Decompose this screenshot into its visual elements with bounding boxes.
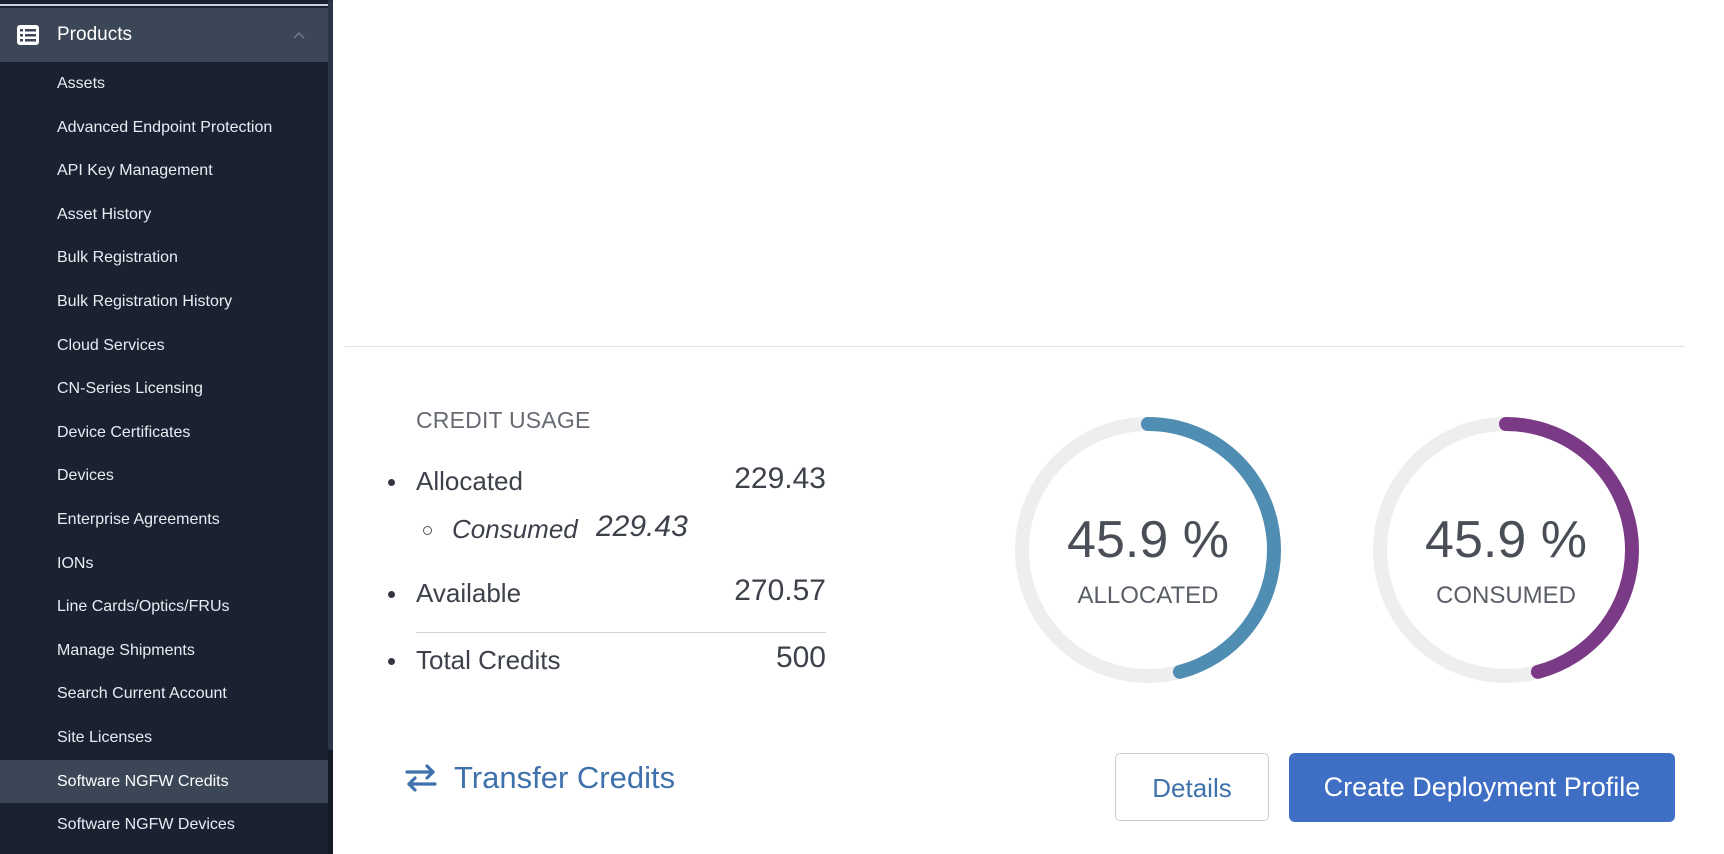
products-section-header[interactable]: Products [0,8,330,62]
section-divider [345,346,1685,347]
available-value: 270.57 [734,574,826,607]
sidebar-item-cn-series-licensing[interactable]: CN-Series Licensing [0,367,330,411]
total-credits-label: Total Credits [416,645,561,675]
sidebar-item-software-ngfw-devices[interactable]: Software NGFW Devices [0,803,330,847]
sidebar-scrollbar[interactable] [328,0,333,854]
sub-bullet [423,526,432,535]
list-icon [17,25,39,45]
bullet [388,658,395,665]
sidebar-item-assets[interactable]: Assets [0,62,330,106]
sidebar-top-border [0,4,333,6]
consumed-percent: 45.9 % [1425,511,1587,569]
consumed-value: 229.43 [596,510,688,543]
consumed-gauge: 45.9 % CONSUMED [1366,410,1646,690]
sidebar-item-bulk-registration-history[interactable]: Bulk Registration History [0,280,330,324]
transfer-credits-label: Transfer Credits [454,760,676,795]
details-button[interactable]: Details [1115,753,1269,821]
sidebar-item-api-key-management[interactable]: API Key Management [0,149,330,193]
allocated-gauge: 45.9 % ALLOCATED [1008,410,1288,690]
products-section-title: Products [57,24,132,45]
chevron-up-icon[interactable] [292,30,306,40]
sidebar: Products Assets Advanced Endpoint Protec… [0,0,333,854]
sidebar-item-device-certificates[interactable]: Device Certificates [0,411,330,455]
allocated-label: Allocated [416,466,523,496]
sidebar-item-devices[interactable]: Devices [0,454,330,498]
sidebar-item-manage-shipments[interactable]: Manage Shipments [0,629,330,673]
allocated-caption: ALLOCATED [1077,582,1219,609]
allocated-value: 229.43 [734,462,826,495]
sidebar-item-asset-history[interactable]: Asset History [0,193,330,237]
allocated-percent: 45.9 % [1067,511,1229,569]
credit-usage-title: CREDIT USAGE [416,407,591,433]
sidebar-scrollbar-thumb[interactable] [328,0,333,750]
sidebar-item-ions[interactable]: IONs [0,542,330,586]
sidebar-item-line-cards[interactable]: Line Cards/Optics/FRUs [0,585,330,629]
sidebar-item-software-ngfw-credits[interactable]: Software NGFW Credits [0,759,330,804]
bullet [388,479,395,486]
bullet [388,591,395,598]
sidebar-item-enterprise-agreements[interactable]: Enterprise Agreements [0,498,330,542]
sidebar-item-cloud-services[interactable]: Cloud Services [0,324,330,368]
products-nav-list: Assets Advanced Endpoint Protection API … [0,62,330,847]
total-divider [416,632,826,633]
sidebar-item-advanced-endpoint-protection[interactable]: Advanced Endpoint Protection [0,106,330,150]
sidebar-item-search-current-account[interactable]: Search Current Account [0,672,330,716]
consumed-label: Consumed [452,514,578,544]
transfer-credits-link[interactable]: Transfer Credits [404,756,675,800]
available-label: Available [416,578,522,608]
sidebar-item-site-licenses[interactable]: Site Licenses [0,716,330,760]
create-deployment-profile-button[interactable]: Create Deployment Profile [1289,753,1675,822]
sidebar-item-bulk-registration[interactable]: Bulk Registration [0,236,330,280]
swap-arrows-icon [405,764,437,792]
consumed-caption: CONSUMED [1435,582,1576,609]
total-credits-value: 500 [775,641,826,674]
